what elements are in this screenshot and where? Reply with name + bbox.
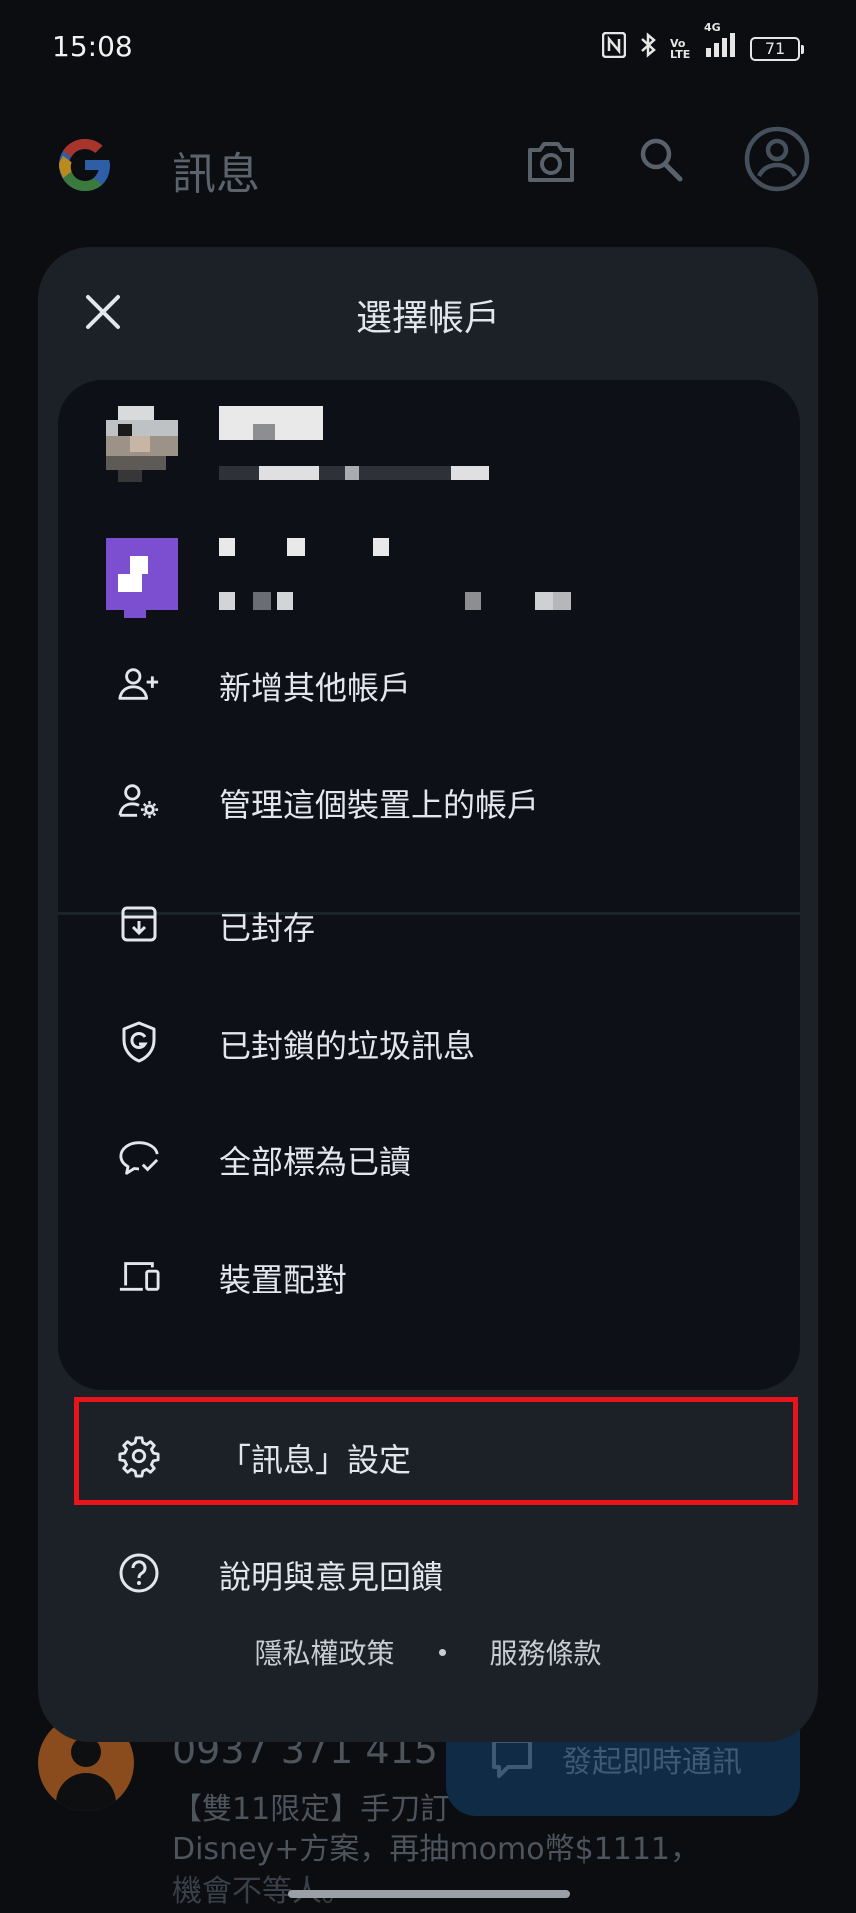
account-avatar: [106, 538, 178, 618]
battery-icon: 71: [750, 37, 804, 61]
account-name-blurred: [219, 538, 235, 556]
help-icon: [118, 1552, 160, 1594]
account-avatar: [106, 406, 178, 482]
gear-icon: [118, 1435, 160, 1478]
account-item[interactable]: [58, 400, 800, 510]
bluetooth-icon: [638, 31, 658, 67]
gesture-nav-handle[interactable]: [288, 1890, 570, 1898]
menu-item-blocked-spam[interactable]: 已封鎖的垃圾訊息: [58, 991, 800, 1091]
privacy-policy-link[interactable]: 隱私權政策: [254, 1632, 394, 1672]
conversation-preview-line1: 【雙11限定】手刀訂: [172, 1792, 451, 1827]
network-type-label: 4G: [704, 21, 721, 34]
manage-accounts-icon: [118, 780, 160, 822]
manage-accounts-label: 管理這個裝置上的帳戶: [219, 786, 540, 824]
add-account-item[interactable]: 新增其他帳戶: [58, 633, 800, 733]
messages-settings-item[interactable]: 「訊息」設定: [58, 1405, 800, 1505]
signal-icon: 4G: [704, 22, 738, 66]
start-chat-label: 發起即時通訊: [562, 1745, 742, 1780]
device-pairing-icon: [118, 1255, 160, 1297]
accounts-card: 新增其他帳戶 管理這個裝置上的帳戶 已封存 已封鎖的垃圾訊息 全部標為已讀 裝置…: [58, 380, 800, 1390]
menu-item-label: 裝置配對: [219, 1261, 348, 1299]
add-account-label: 新增其他帳戶: [219, 669, 412, 707]
account-email-blurred: [219, 592, 235, 610]
menu-item-mark-all-read[interactable]: 全部標為已讀: [58, 1107, 800, 1207]
conversation-preview-line3: 機會不等人。: [172, 1874, 352, 1909]
menu-item-device-pairing[interactable]: 裝置配對: [58, 1225, 800, 1325]
account-icon[interactable]: [744, 126, 810, 196]
app-bar: 訊息: [0, 100, 856, 230]
footer-separator: [438, 1648, 446, 1656]
spam-shield-icon: [118, 1021, 160, 1063]
volte-icon: Vo LTE: [670, 37, 691, 61]
search-icon[interactable]: [638, 136, 684, 188]
conversation-preview-line2: Disney+方案，再抽momo幣$1111，: [172, 1832, 701, 1867]
menu-item-label: 已封鎖的垃圾訊息: [219, 1027, 476, 1065]
chat-icon: [492, 1739, 532, 1778]
footer-links: 隱私權政策 服務條款: [38, 1627, 818, 1677]
mark-read-icon: [118, 1137, 160, 1179]
messages-settings-label: 「訊息」設定: [219, 1441, 412, 1479]
account-item[interactable]: [58, 532, 800, 642]
menu-item-archived[interactable]: 已封存: [58, 873, 800, 973]
menu-item-label: 已封存: [219, 909, 316, 947]
sheet-title: 選擇帳戶: [355, 298, 500, 339]
menu-item-label: 全部標為已讀: [219, 1143, 412, 1181]
status-icons: Vo LTE 4G 71: [601, 22, 804, 67]
nfc-icon: [601, 31, 627, 66]
account-switcher-sheet: 選擇帳戶 新增其他帳戶 管理這個裝置上的帳戶 已封存 已封鎖的垃圾訊息 全部標為…: [38, 247, 818, 1742]
status-bar: 15:08 Vo LTE 4G 71: [0, 0, 856, 100]
camera-icon[interactable]: [525, 136, 577, 190]
help-feedback-label: 說明與意見回饋: [219, 1558, 444, 1596]
terms-of-service-link[interactable]: 服務條款: [490, 1632, 602, 1672]
archive-icon: [118, 903, 160, 945]
help-feedback-item[interactable]: 說明與意見回饋: [58, 1522, 800, 1622]
manage-accounts-item[interactable]: 管理這個裝置上的帳戶: [58, 750, 800, 850]
google-logo-icon: [54, 134, 116, 196]
status-time: 15:08: [52, 30, 133, 63]
app-title: 訊息: [172, 149, 260, 200]
add-person-icon: [118, 663, 160, 705]
